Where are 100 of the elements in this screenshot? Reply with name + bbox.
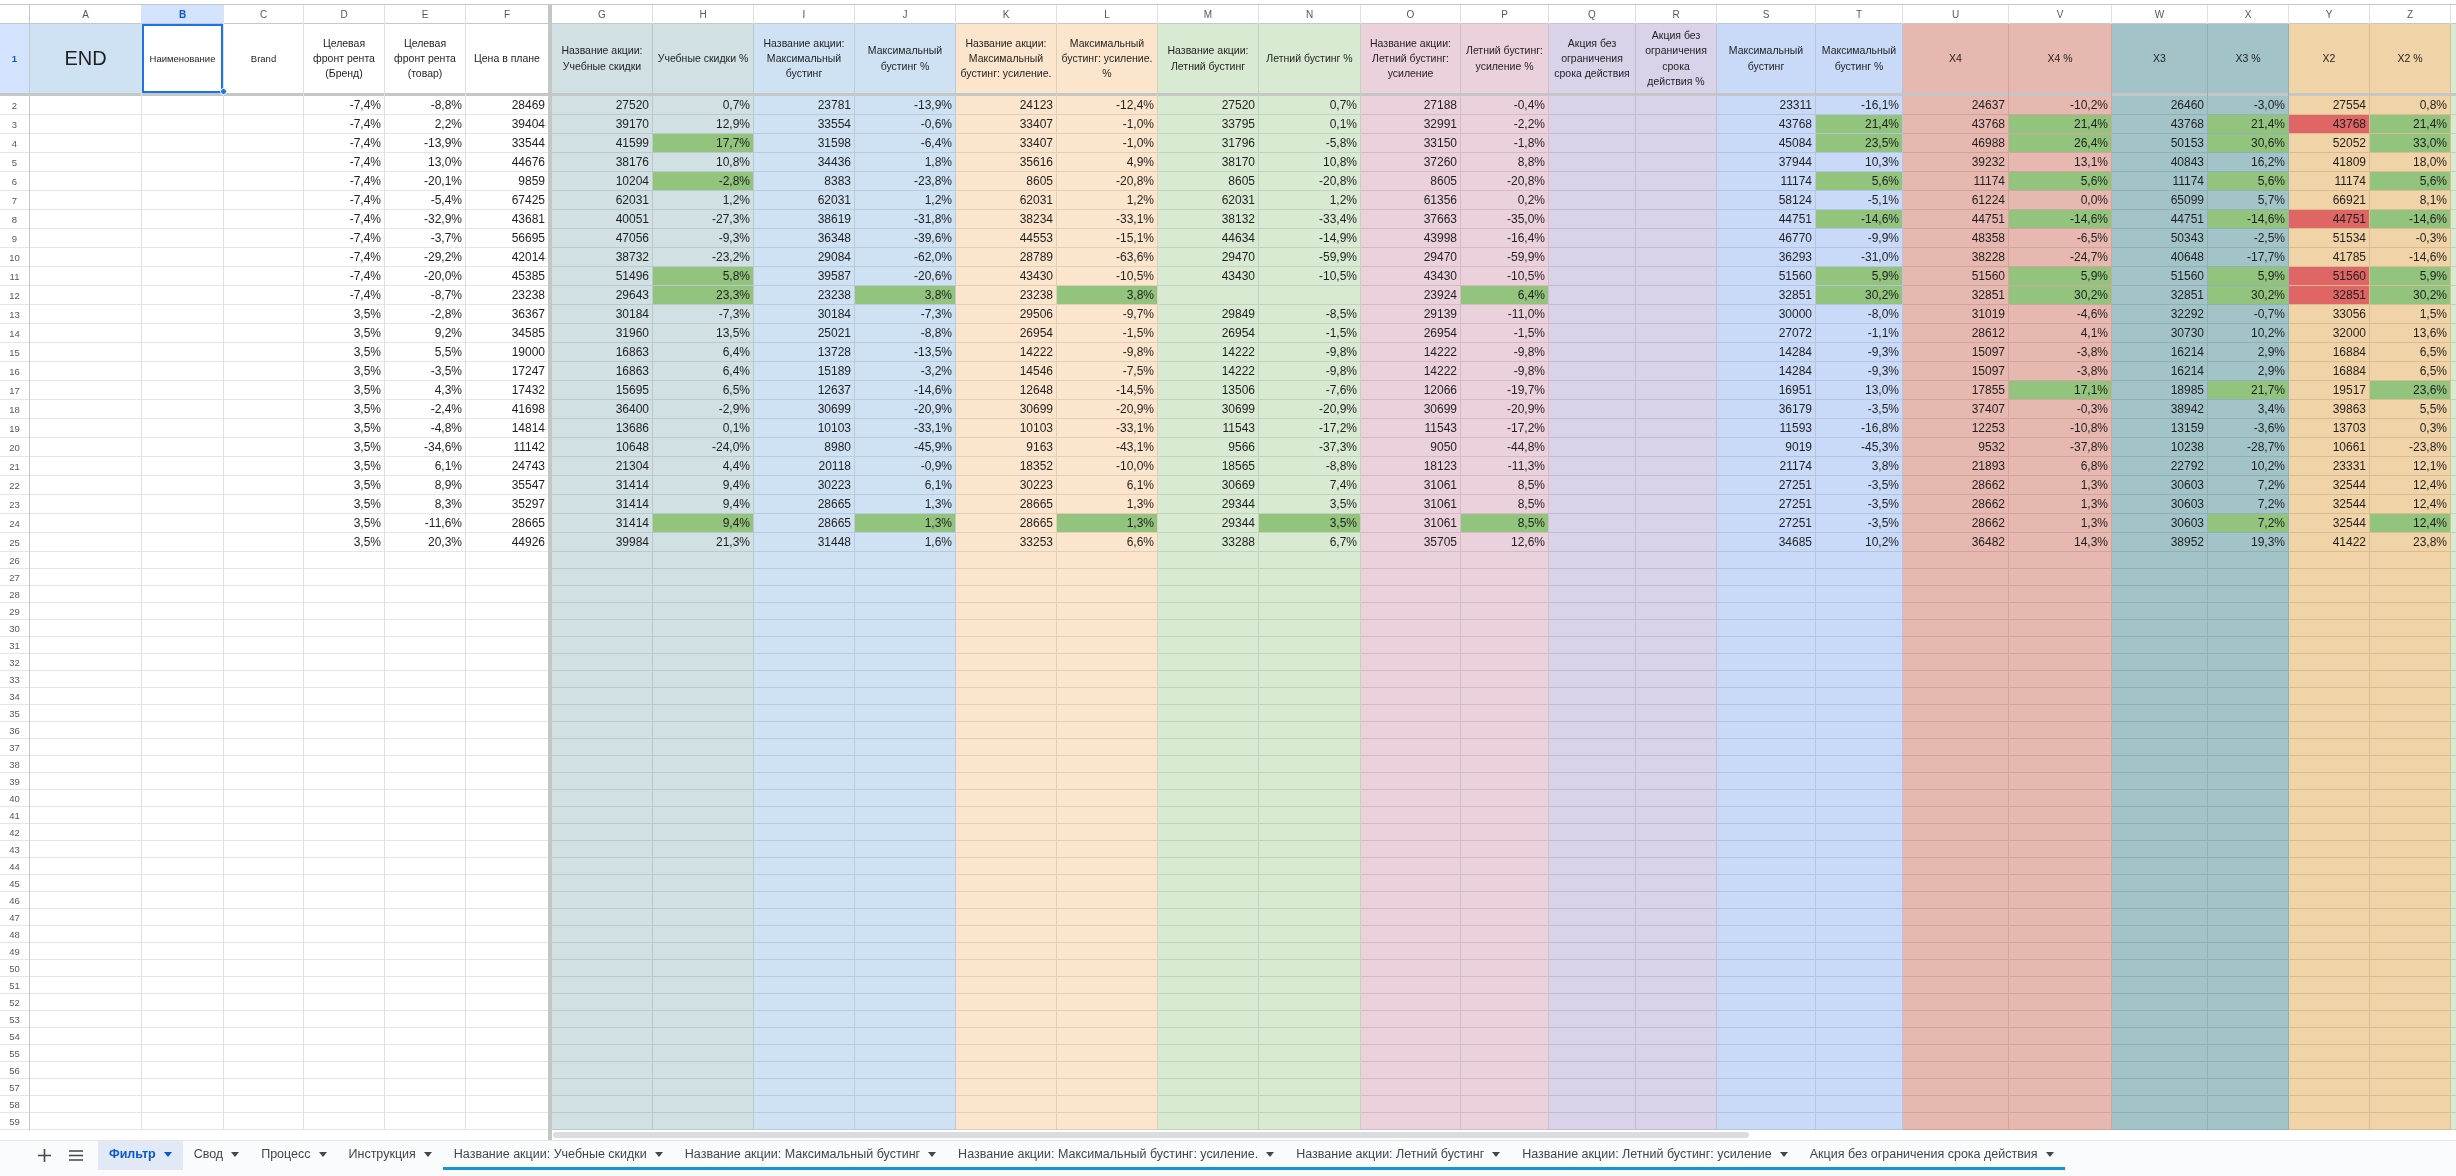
- row-number[interactable]: 20: [0, 438, 29, 456]
- row-number[interactable]: 10: [0, 248, 29, 266]
- sheet-tab[interactable]: Процесс: [250, 1141, 338, 1170]
- row-number[interactable]: 29: [0, 603, 29, 619]
- row-number[interactable]: 12: [0, 286, 29, 304]
- row-number[interactable]: 17: [0, 381, 29, 399]
- column-letter[interactable]: C: [224, 5, 303, 23]
- row-number[interactable]: 19: [0, 419, 29, 437]
- table-cell-text: 36348: [816, 230, 852, 247]
- sheet-tab[interactable]: Название акции: Летний бустинг: усиление: [1511, 1141, 1799, 1170]
- row-number[interactable]: 57: [0, 1079, 29, 1095]
- column-letter[interactable]: A: [30, 5, 141, 23]
- row-number[interactable]: 39: [0, 773, 29, 789]
- sheet-tab[interactable]: Название акции: Летний бустинг: [1285, 1141, 1512, 1170]
- column-letter[interactable]: P: [1461, 5, 1548, 23]
- row-number[interactable]: 22: [0, 476, 29, 494]
- column-letter[interactable]: G: [552, 5, 652, 23]
- row-number[interactable]: 23: [0, 495, 29, 513]
- column-letter[interactable]: M: [1158, 5, 1258, 23]
- sheet-tab[interactable]: Фильтр: [98, 1141, 183, 1170]
- column-letter[interactable]: O: [1361, 5, 1460, 23]
- row-number[interactable]: 34: [0, 688, 29, 704]
- column-letter[interactable]: U: [1903, 5, 2008, 23]
- sheet-tab[interactable]: Название акции: Максимальный бустинг: [673, 1141, 948, 1170]
- row-number[interactable]: 37: [0, 739, 29, 755]
- row-number[interactable]: 26: [0, 552, 29, 568]
- row-number[interactable]: 4: [0, 134, 29, 152]
- column-letter[interactable]: T: [1816, 5, 1902, 23]
- scrollbar-thumb[interactable]: [553, 1132, 1749, 1138]
- column-letter[interactable]: R: [1636, 5, 1716, 23]
- row-number[interactable]: 51: [0, 977, 29, 993]
- row-number[interactable]: 49: [0, 943, 29, 959]
- row-number[interactable]: 42: [0, 824, 29, 840]
- row-number[interactable]: 16: [0, 362, 29, 380]
- row-number[interactable]: 14: [0, 324, 29, 342]
- row-number[interactable]: 55: [0, 1045, 29, 1061]
- table-cell: 21,4%: [2009, 115, 2111, 133]
- row-number[interactable]: 30: [0, 620, 29, 636]
- column-letter[interactable]: I: [754, 5, 854, 23]
- column-letter[interactable]: W: [2112, 5, 2207, 23]
- row-number[interactable]: 38: [0, 756, 29, 772]
- column-heading: Название акции: Летний бустинг: [1166, 43, 1250, 74]
- row-number[interactable]: 5: [0, 153, 29, 171]
- row-number[interactable]: 47: [0, 909, 29, 925]
- row-number[interactable]: 35: [0, 705, 29, 721]
- column-letter[interactable]: K: [956, 5, 1056, 23]
- row-number[interactable]: 53: [0, 1011, 29, 1027]
- column-letter[interactable]: X: [2208, 5, 2288, 23]
- row-number[interactable]: 27: [0, 569, 29, 585]
- column-letter[interactable]: J: [855, 5, 955, 23]
- row-number[interactable]: 18: [0, 400, 29, 418]
- table-cell-text: 14,3%: [2072, 534, 2109, 551]
- sheet-tab[interactable]: Свод: [182, 1141, 251, 1170]
- row-number[interactable]: 11: [0, 267, 29, 285]
- sheet-tab[interactable]: Название акции: Максимальный бустинг: усиление.: [947, 1141, 1286, 1170]
- column-letter[interactable]: D: [304, 5, 384, 23]
- row-number[interactable]: 8: [0, 210, 29, 228]
- column-letter[interactable]: L: [1057, 5, 1157, 23]
- column-letter[interactable]: Z: [2370, 5, 2450, 23]
- row-number[interactable]: 13: [0, 305, 29, 323]
- row-number[interactable]: 48: [0, 926, 29, 942]
- row-number[interactable]: 24: [0, 514, 29, 532]
- row-number[interactable]: 44: [0, 858, 29, 874]
- column-letter[interactable]: E: [385, 5, 465, 23]
- row-number[interactable]: 54: [0, 1028, 29, 1044]
- row-number[interactable]: 56: [0, 1062, 29, 1078]
- row-number[interactable]: 28: [0, 586, 29, 602]
- column-letter[interactable]: Y: [2289, 5, 2369, 23]
- column-letter[interactable]: B: [142, 5, 223, 23]
- column-letter[interactable]: Q: [1549, 5, 1635, 23]
- row-number[interactable]: 15: [0, 343, 29, 361]
- row-number[interactable]: 50: [0, 960, 29, 976]
- row-number[interactable]: 21: [0, 457, 29, 475]
- row-number[interactable]: 36: [0, 722, 29, 738]
- row-number[interactable]: 58: [0, 1096, 29, 1112]
- row-number[interactable]: 45: [0, 875, 29, 891]
- row-number[interactable]: 31: [0, 637, 29, 653]
- row-number[interactable]: 3: [0, 115, 29, 133]
- row-number[interactable]: 33: [0, 671, 29, 687]
- row-number[interactable]: 52: [0, 994, 29, 1010]
- column-letter[interactable]: F: [466, 5, 548, 23]
- row-number[interactable]: 7: [0, 191, 29, 209]
- row-number[interactable]: 25: [0, 533, 29, 551]
- row-number[interactable]: 59: [0, 1113, 29, 1129]
- column-letter[interactable]: H: [653, 5, 753, 23]
- row-number[interactable]: 40: [0, 790, 29, 806]
- sheet-tab[interactable]: Акция без ограничения срока действия: [1798, 1141, 2065, 1170]
- row-number[interactable]: 9: [0, 229, 29, 247]
- column-letter[interactable]: S: [1717, 5, 1815, 23]
- row-number[interactable]: 46: [0, 892, 29, 908]
- row-number[interactable]: 1: [0, 24, 29, 93]
- column-letter[interactable]: V: [2009, 5, 2111, 23]
- row-number[interactable]: 43: [0, 841, 29, 857]
- sheet-tab[interactable]: Инструкция: [337, 1141, 443, 1170]
- column-letter[interactable]: N: [1259, 5, 1360, 23]
- sheet-tab[interactable]: Название акции: Учебные скидки: [442, 1141, 674, 1170]
- row-number[interactable]: 41: [0, 807, 29, 823]
- row-number[interactable]: 32: [0, 654, 29, 670]
- row-number[interactable]: 6: [0, 172, 29, 190]
- row-number[interactable]: 2: [0, 96, 29, 114]
